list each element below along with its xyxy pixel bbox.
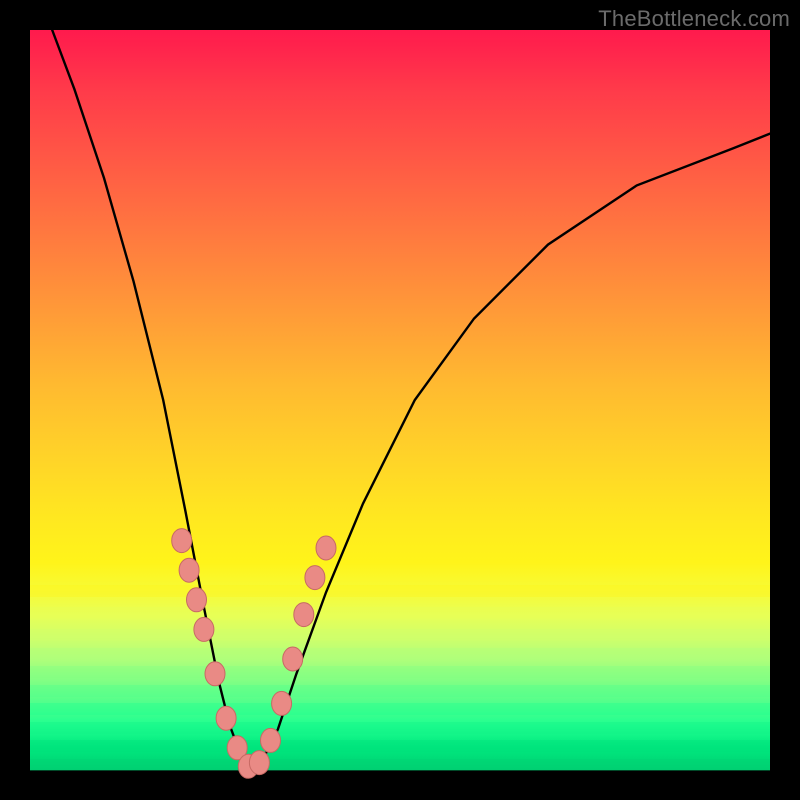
curve-marker [194,617,214,641]
curve-marker [272,691,292,715]
curve-marker [216,706,236,730]
curve-marker [249,751,269,775]
curve-marker [205,662,225,686]
curve-marker [305,566,325,590]
chart-svg [30,30,770,770]
curve-marker [261,728,281,752]
curve-marker [294,603,314,627]
curve-marker [187,588,207,612]
curve-marker [172,529,192,553]
chart-frame: TheBottleneck.com [0,0,800,800]
curve-marker [179,558,199,582]
bottleneck-curve [52,30,770,770]
watermark-text: TheBottleneck.com [598,6,790,32]
curve-markers [172,529,336,779]
curve-marker [283,647,303,671]
curve-marker [316,536,336,560]
